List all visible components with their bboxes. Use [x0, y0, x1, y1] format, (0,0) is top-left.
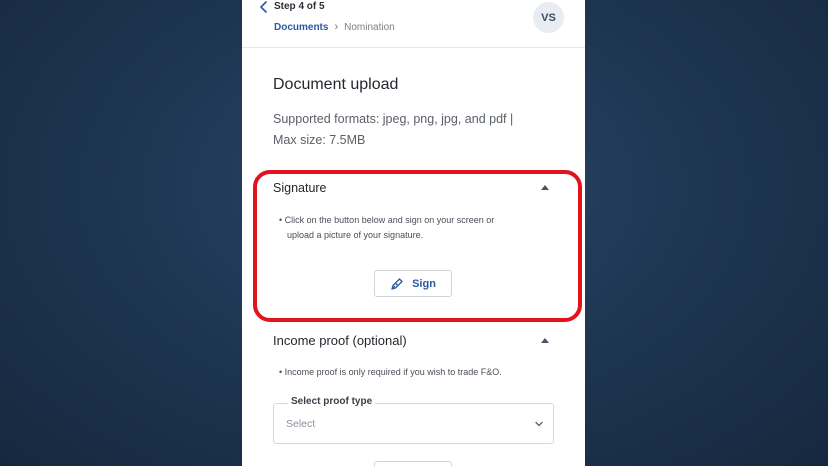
- page-title: Document upload: [273, 76, 399, 93]
- supported-formats-text: Supported formats: jpeg, png, jpg, and p…: [273, 109, 563, 151]
- formats-line: Supported formats: jpeg, png, jpg, and p…: [273, 112, 514, 126]
- max-size-line: Max size: 7.5MB: [273, 133, 366, 147]
- signature-highlight-annotation: [253, 170, 582, 322]
- proof-type-select[interactable]: Select proof type Select: [273, 396, 554, 444]
- top-header: Step 4 of 5 Documents › Nomination VS: [242, 0, 585, 48]
- select-placeholder: Select: [286, 418, 316, 430]
- chevron-down-icon: [535, 421, 543, 427]
- upload-button-partial[interactable]: [374, 461, 452, 466]
- select-proof-type-label: Select proof type: [288, 396, 376, 407]
- step-indicator: Step 4 of 5: [274, 1, 325, 12]
- income-instruction: • Income proof is only required if you w…: [279, 367, 502, 377]
- income-section-title: Income proof (optional): [273, 333, 407, 348]
- breadcrumb: Documents › Nomination: [274, 21, 395, 33]
- chevron-up-icon[interactable]: [541, 338, 549, 343]
- chevron-left-icon[interactable]: [259, 1, 269, 13]
- breadcrumb-current: Nomination: [344, 21, 395, 33]
- avatar[interactable]: VS: [533, 2, 564, 33]
- breadcrumb-separator: ›: [334, 21, 339, 33]
- breadcrumb-documents-link[interactable]: Documents: [274, 22, 328, 33]
